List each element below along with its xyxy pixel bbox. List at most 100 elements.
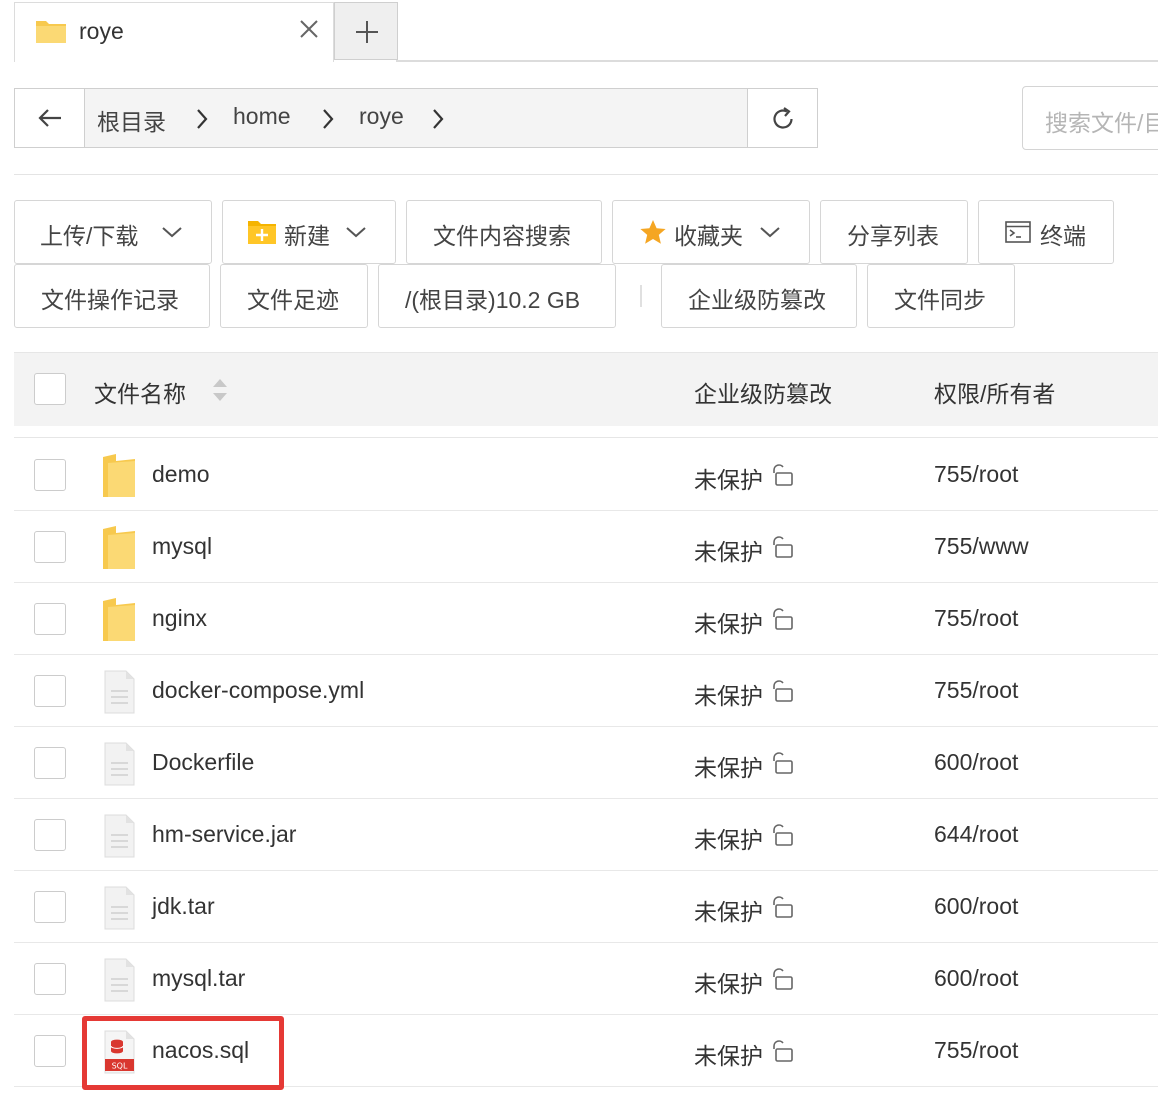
disk-usage-label: /(根目录)10.2 GB [405, 287, 581, 313]
favorites-label: 收藏夹 [674, 223, 743, 249]
file-name[interactable]: nacos.sql [152, 1037, 249, 1064]
terminal-icon [1005, 221, 1031, 243]
search-input[interactable]: 搜索文件/目录 [1022, 86, 1158, 150]
row-checkbox[interactable] [34, 747, 66, 779]
unlock-icon[interactable] [770, 824, 794, 846]
folder-icon [102, 597, 136, 648]
chevron-down-icon [346, 227, 366, 238]
file-name[interactable]: demo [152, 461, 210, 488]
breadcrumb: 根目录 home roye [85, 89, 747, 147]
table-row[interactable]: SQL nacos.sql 未保护 755/root [14, 1015, 1158, 1087]
unlock-icon[interactable] [770, 680, 794, 702]
file-name[interactable]: jdk.tar [152, 893, 215, 920]
row-checkbox[interactable] [34, 603, 66, 635]
tab-roye[interactable]: roye [14, 2, 334, 62]
tab-bar: roye [0, 0, 1158, 62]
refresh-button[interactable] [747, 89, 817, 147]
content-search-button[interactable]: 文件内容搜索 [406, 200, 602, 264]
column-header-protection: 企业级防篡改 [694, 381, 832, 407]
table-row[interactable]: nginx 未保护 755/root [14, 583, 1158, 655]
table-row[interactable]: demo 未保护 755/root [14, 439, 1158, 511]
file-name[interactable]: Dockerfile [152, 749, 254, 776]
row-checkbox[interactable] [34, 531, 66, 563]
column-header-name[interactable]: 文件名称 [94, 375, 186, 409]
protection-status: 未保护 [694, 467, 763, 493]
folder-icon [35, 18, 67, 49]
file-name[interactable]: docker-compose.yml [152, 677, 364, 704]
protection-status: 未保护 [694, 827, 763, 853]
file-sync-button[interactable]: 文件同步 [867, 264, 1015, 328]
sql-file-icon: SQL [102, 1029, 136, 1080]
table-row[interactable]: mysql 未保护 755/www [14, 511, 1158, 583]
permission-owner[interactable]: 755/www [934, 533, 1029, 560]
file-name[interactable]: nginx [152, 605, 207, 632]
select-all-checkbox[interactable] [34, 373, 66, 405]
add-tab-button[interactable] [334, 2, 398, 60]
terminal-label: 终端 [1040, 223, 1086, 249]
close-icon[interactable] [297, 17, 321, 41]
row-checkbox[interactable] [34, 819, 66, 851]
row-checkbox[interactable] [34, 675, 66, 707]
sort-icon[interactable] [210, 377, 230, 403]
tamper-proof-button[interactable]: 企业级防篡改 [661, 264, 857, 328]
permission-owner[interactable]: 600/root [934, 749, 1018, 776]
file-name[interactable]: mysql [152, 533, 212, 560]
permission-owner[interactable]: 755/root [934, 461, 1018, 488]
footprint-button[interactable]: 文件足迹 [220, 264, 368, 328]
folder-icon [102, 453, 136, 504]
row-checkbox[interactable] [34, 891, 66, 923]
permission-owner[interactable]: 755/root [934, 677, 1018, 704]
share-list-label: 分享列表 [847, 223, 939, 249]
new-label: 新建 [284, 223, 330, 249]
permission-owner[interactable]: 755/root [934, 1037, 1018, 1064]
breadcrumb-roye[interactable]: roye [359, 103, 404, 130]
unlock-icon[interactable] [770, 968, 794, 990]
permission-owner[interactable]: 644/root [934, 821, 1018, 848]
chevron-right-icon [323, 109, 334, 129]
file-name[interactable]: hm-service.jar [152, 821, 296, 848]
unlock-icon[interactable] [770, 464, 794, 486]
row-checkbox[interactable] [34, 1035, 66, 1067]
protection-status: 未保护 [694, 539, 763, 565]
row-checkbox[interactable] [34, 459, 66, 491]
breadcrumb-root[interactable]: 根目录 [97, 103, 166, 137]
tab-label: roye [79, 18, 124, 44]
permission-owner[interactable]: 755/root [934, 605, 1018, 632]
table-row[interactable]: hm-service.jar 未保护 644/root [14, 799, 1158, 871]
permission-owner[interactable]: 600/root [934, 965, 1018, 992]
unlock-icon[interactable] [770, 896, 794, 918]
back-button[interactable] [15, 89, 85, 147]
unlock-icon[interactable] [770, 1040, 794, 1062]
table-row[interactable]: jdk.tar 未保护 600/root [14, 871, 1158, 943]
protection-status: 未保护 [694, 899, 763, 925]
new-folder-icon [248, 221, 276, 244]
toolbar-separator [640, 285, 642, 307]
file-icon [102, 741, 136, 792]
table-row[interactable]: mysql.tar 未保护 600/root [14, 943, 1158, 1015]
upload-download-label: 上传/下载 [40, 223, 139, 249]
favorites-button[interactable]: 收藏夹 [612, 200, 810, 264]
table-row[interactable]: Dockerfile 未保护 600/root [14, 727, 1158, 799]
operation-log-button[interactable]: 文件操作记录 [14, 264, 210, 328]
row-checkbox[interactable] [34, 963, 66, 995]
permission-owner[interactable]: 600/root [934, 893, 1018, 920]
table-row[interactable]: docker-compose.yml 未保护 755/root [14, 655, 1158, 727]
unlock-icon[interactable] [770, 536, 794, 558]
chevron-down-icon [760, 227, 780, 238]
disk-usage-button[interactable]: /(根目录)10.2 GB [378, 264, 616, 328]
upload-download-button[interactable]: 上传/下载 [14, 200, 212, 264]
table-header-divider [14, 437, 1158, 438]
unlock-icon[interactable] [770, 752, 794, 774]
footprint-label: 文件足迹 [247, 287, 339, 313]
plus-icon [356, 21, 378, 43]
new-button[interactable]: 新建 [222, 200, 396, 264]
file-icon [102, 813, 136, 864]
file-name[interactable]: mysql.tar [152, 965, 245, 992]
unlock-icon[interactable] [770, 608, 794, 630]
breadcrumb-home[interactable]: home [233, 103, 291, 130]
search-placeholder: 搜索文件/目录 [1045, 110, 1158, 136]
chevron-right-icon [197, 109, 208, 129]
share-list-button[interactable]: 分享列表 [820, 200, 968, 264]
sql-badge: SQL [112, 1062, 128, 1071]
terminal-button[interactable]: 终端 [978, 200, 1114, 264]
